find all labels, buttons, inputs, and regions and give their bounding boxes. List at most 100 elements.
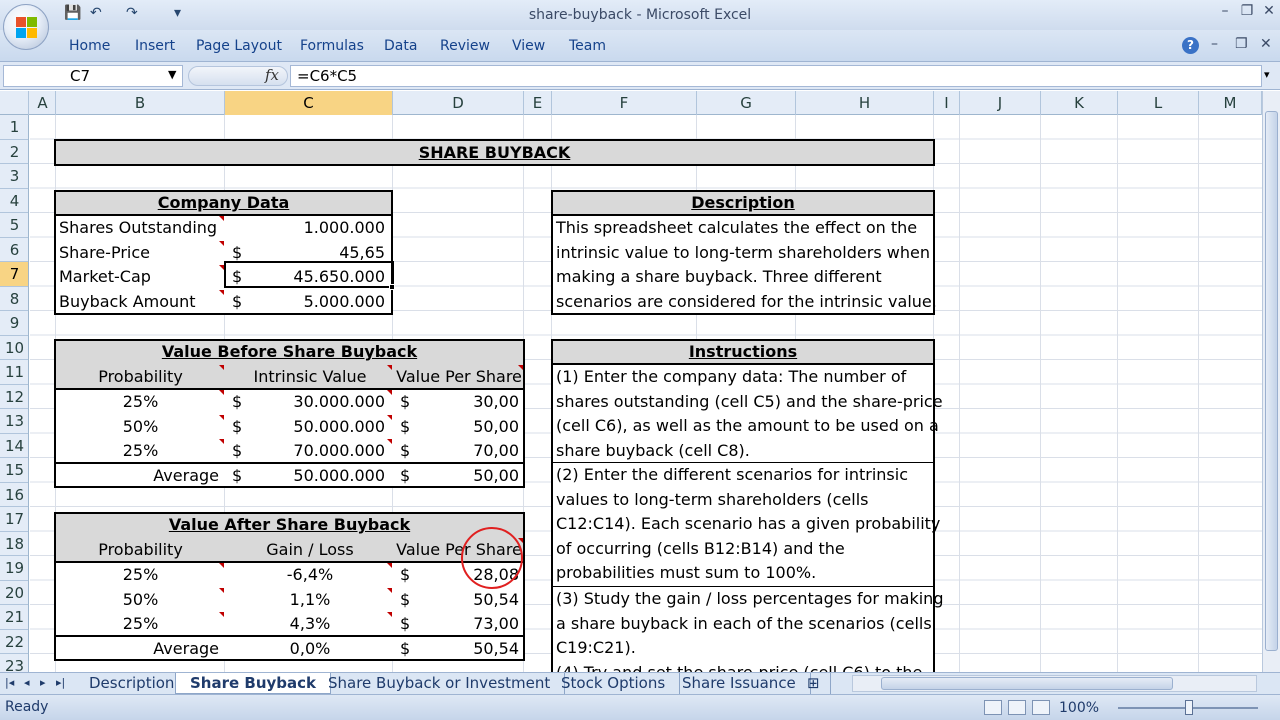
- vertical-scroll-thumb[interactable]: [1265, 111, 1278, 651]
- row-header-2[interactable]: 2: [0, 140, 28, 164]
- expand-formula-bar-icon[interactable]: ▾: [1264, 68, 1270, 81]
- horizontal-scrollbar[interactable]: [852, 675, 1257, 692]
- chevron-down-icon[interactable]: ▼: [168, 68, 176, 81]
- sheet-tab-description[interactable]: Description: [75, 673, 190, 694]
- probability-value[interactable]: 25%: [56, 563, 225, 587]
- column-header-i[interactable]: I: [934, 91, 960, 115]
- tab-home[interactable]: Home: [69, 38, 110, 54]
- column-header-g[interactable]: G: [697, 91, 796, 115]
- prev-sheet-icon[interactable]: ◂: [24, 676, 30, 689]
- row-header-11[interactable]: 11: [0, 360, 28, 385]
- row-header-4[interactable]: 4: [0, 189, 28, 213]
- column-header-c[interactable]: C: [225, 91, 393, 115]
- sheet-tab-share-buyback[interactable]: Share Buyback: [175, 673, 332, 694]
- row-header-3[interactable]: 3: [0, 164, 28, 189]
- insert-function-icon[interactable]: fx: [265, 66, 279, 84]
- row-header-17[interactable]: 17: [0, 507, 28, 532]
- row-header-22[interactable]: 22: [0, 630, 28, 654]
- row-header-10[interactable]: 10: [0, 336, 28, 360]
- sheet-tab-stock-options[interactable]: Stock Options: [547, 673, 681, 694]
- name-box[interactable]: C7: [3, 65, 183, 87]
- probability-value[interactable]: 25%: [56, 439, 225, 463]
- zoom-level[interactable]: 100%: [1059, 700, 1099, 716]
- average-intrinsic-value[interactable]: 50.000.000: [256, 464, 385, 488]
- column-header-h[interactable]: H: [796, 91, 934, 115]
- probability-value[interactable]: 25%: [56, 390, 225, 414]
- probability-value[interactable]: 50%: [56, 588, 225, 612]
- column-header-f[interactable]: F: [552, 91, 697, 115]
- restore-button[interactable]: ❐: [1236, 3, 1258, 25]
- row-header-14[interactable]: 14: [0, 434, 28, 458]
- column-header-l[interactable]: L: [1118, 91, 1199, 115]
- row-header-15[interactable]: 15: [0, 458, 28, 483]
- help-icon[interactable]: ?: [1182, 37, 1199, 54]
- tab-view[interactable]: View: [512, 38, 545, 54]
- column-header-m[interactable]: M: [1199, 91, 1262, 115]
- worksheet-grid[interactable]: SHARE BUYBACK Company Data Shares Outsta…: [30, 115, 1262, 672]
- close-button[interactable]: ✕: [1258, 3, 1280, 25]
- doc-restore-button[interactable]: ❐: [1235, 36, 1248, 52]
- row-header-9[interactable]: 9: [0, 311, 28, 336]
- tab-review[interactable]: Review: [440, 38, 490, 54]
- row-header-23[interactable]: 23: [0, 654, 28, 672]
- row-header-6[interactable]: 6: [0, 238, 28, 262]
- minimize-button[interactable]: –: [1214, 3, 1236, 25]
- column-header-j[interactable]: J: [960, 91, 1041, 115]
- first-sheet-icon[interactable]: |◂: [5, 676, 14, 689]
- tab-formulas[interactable]: Formulas: [300, 38, 364, 54]
- row-header-5[interactable]: 5: [0, 213, 28, 238]
- sheet-tab-share-buyback-or-investment[interactable]: Share Buyback or Investment: [314, 673, 566, 694]
- intrinsic-value[interactable]: 30.000.000: [256, 390, 385, 414]
- row-header-21[interactable]: 21: [0, 605, 28, 630]
- formula-input[interactable]: =C6*C5: [290, 65, 1262, 87]
- vertical-scrollbar[interactable]: [1262, 91, 1280, 672]
- company-value[interactable]: 5.000.000: [256, 290, 385, 314]
- row-header-13[interactable]: 13: [0, 409, 28, 434]
- next-sheet-icon[interactable]: ▸: [40, 676, 46, 689]
- gain-loss-value[interactable]: 4,3%: [226, 612, 394, 636]
- column-header-d[interactable]: D: [393, 91, 524, 115]
- value-per-share[interactable]: 50,00: [416, 415, 519, 439]
- row-header-7[interactable]: 7: [0, 262, 28, 287]
- gain-loss-value[interactable]: 1,1%: [226, 588, 394, 612]
- page-break-preview-icon[interactable]: [1032, 700, 1050, 715]
- normal-view-icon[interactable]: [984, 700, 1002, 715]
- company-value[interactable]: 1.000.000: [256, 216, 385, 240]
- intrinsic-value[interactable]: 70.000.000: [256, 439, 385, 463]
- tab-page-layout[interactable]: Page Layout: [196, 38, 282, 54]
- horizontal-scroll-thumb[interactable]: [881, 677, 1173, 690]
- value-per-share[interactable]: 70,00: [416, 439, 519, 463]
- intrinsic-value[interactable]: 50.000.000: [256, 415, 385, 439]
- row-header-19[interactable]: 19: [0, 556, 28, 581]
- value-per-share[interactable]: 73,00: [416, 612, 519, 636]
- average-gain-loss[interactable]: 0,0%: [226, 637, 394, 661]
- insert-sheet-icon[interactable]: ⊞: [801, 673, 831, 694]
- doc-minimize-button[interactable]: –: [1211, 36, 1218, 52]
- gain-loss-value[interactable]: -6,4%: [226, 563, 394, 587]
- zoom-slider-thumb[interactable]: [1185, 700, 1193, 715]
- row-header-12[interactable]: 12: [0, 385, 28, 409]
- row-header-20[interactable]: 20: [0, 581, 28, 605]
- column-header-e[interactable]: E: [524, 91, 552, 115]
- value-per-share[interactable]: 50,54: [416, 588, 519, 612]
- selected-cell-c7[interactable]: [224, 261, 394, 288]
- probability-value[interactable]: 25%: [56, 612, 225, 636]
- column-header-a[interactable]: A: [30, 91, 56, 115]
- probability-value[interactable]: 50%: [56, 415, 225, 439]
- doc-close-button[interactable]: ✕: [1260, 36, 1272, 52]
- row-header-18[interactable]: 18: [0, 532, 28, 556]
- fill-handle[interactable]: [389, 284, 395, 290]
- tab-team[interactable]: Team: [569, 38, 606, 54]
- value-per-share[interactable]: 30,00: [416, 390, 519, 414]
- sheet-tab-share-issuance[interactable]: Share Issuance: [668, 673, 811, 694]
- last-sheet-icon[interactable]: ▸|: [56, 676, 65, 689]
- column-header-k[interactable]: K: [1041, 91, 1118, 115]
- average-value-per-share[interactable]: 50,00: [416, 464, 519, 488]
- office-button[interactable]: [3, 4, 49, 50]
- row-header-16[interactable]: 16: [0, 483, 28, 507]
- tab-insert[interactable]: Insert: [135, 38, 175, 54]
- tab-data[interactable]: Data: [384, 38, 417, 54]
- row-header-8[interactable]: 8: [0, 287, 28, 311]
- average-value-per-share[interactable]: 50,54: [416, 637, 519, 661]
- row-header-1[interactable]: 1: [0, 115, 28, 140]
